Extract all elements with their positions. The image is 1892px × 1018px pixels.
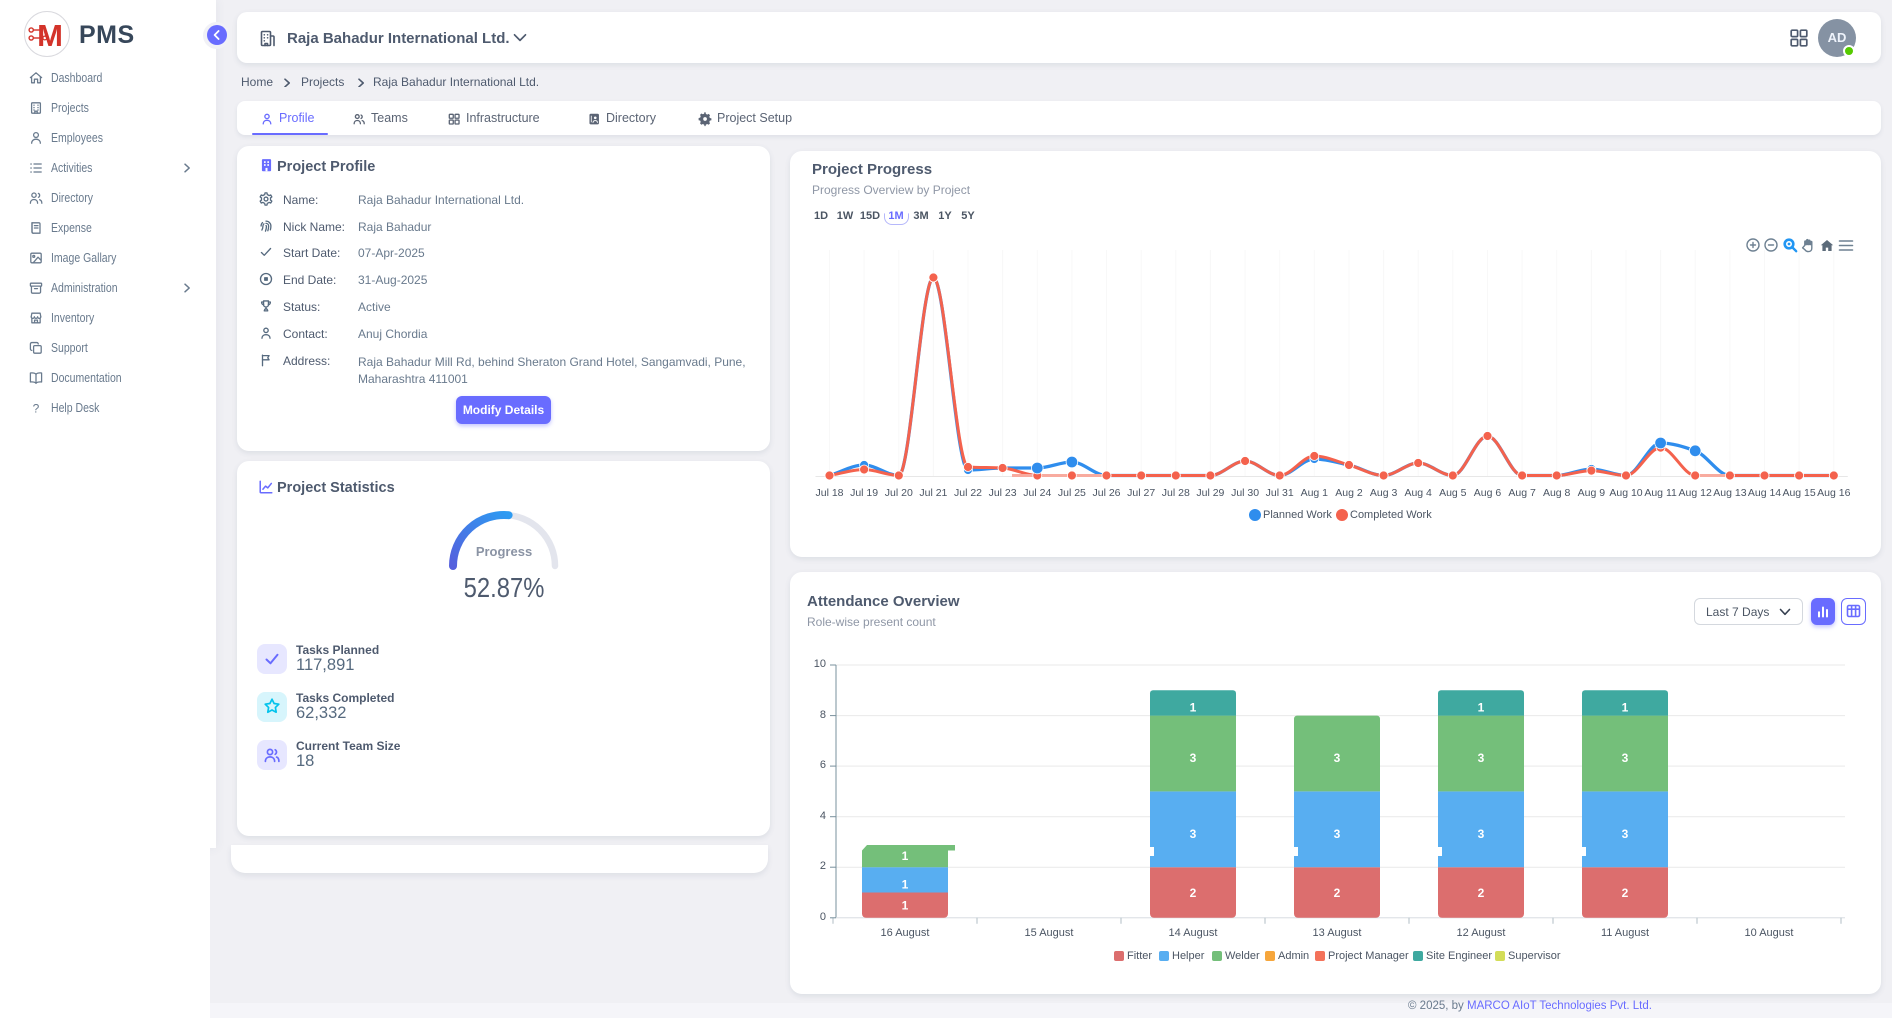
svg-text:1: 1 bbox=[1478, 700, 1485, 714]
svg-text:3: 3 bbox=[1334, 827, 1341, 841]
svg-text:1: 1 bbox=[902, 849, 909, 863]
svg-text:3: 3 bbox=[1622, 751, 1629, 765]
svg-text:2: 2 bbox=[1190, 886, 1197, 900]
svg-text:3: 3 bbox=[1478, 827, 1485, 841]
svg-text:2: 2 bbox=[1622, 886, 1629, 900]
svg-text:1: 1 bbox=[1190, 700, 1197, 714]
svg-text:2: 2 bbox=[1334, 886, 1341, 900]
svg-text:2: 2 bbox=[1478, 886, 1485, 900]
svg-text:3: 3 bbox=[1190, 751, 1197, 765]
svg-text:3: 3 bbox=[1478, 751, 1485, 765]
svg-text:3: 3 bbox=[1622, 827, 1629, 841]
svg-text:3: 3 bbox=[1190, 827, 1197, 841]
svg-text:1: 1 bbox=[902, 899, 909, 913]
svg-text:3: 3 bbox=[1334, 751, 1341, 765]
svg-text:1: 1 bbox=[902, 877, 909, 891]
svg-text:1: 1 bbox=[1622, 700, 1629, 714]
